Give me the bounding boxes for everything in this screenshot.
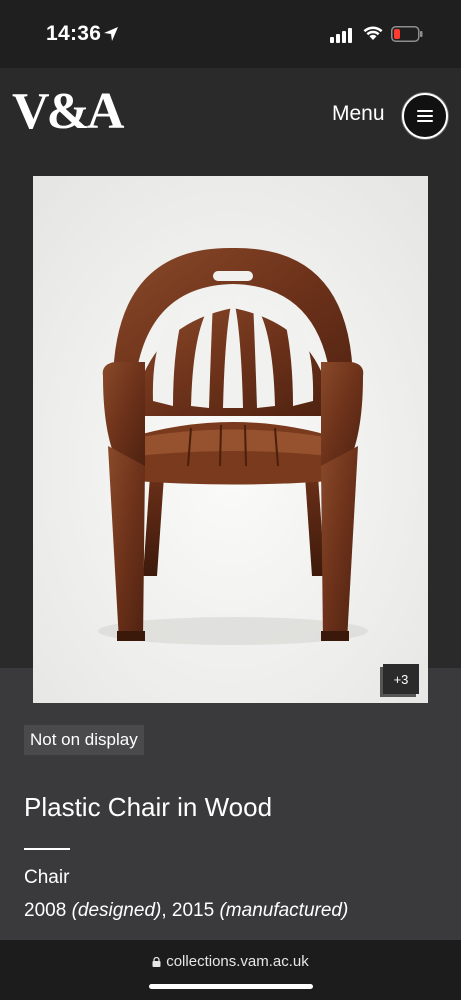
object-type: Chair xyxy=(24,867,70,888)
va-logo[interactable]: V&A xyxy=(12,84,124,140)
wifi-icon xyxy=(363,26,383,40)
date-separator: , xyxy=(161,900,172,921)
browser-address-bar[interactable] xyxy=(0,940,461,1000)
object-image[interactable] xyxy=(33,176,428,703)
object-title: Plastic Chair in Wood xyxy=(24,792,273,822)
hamburger-icon xyxy=(417,110,433,122)
date-manufactured: 2015 xyxy=(171,900,215,921)
url-text: collections.vam.ac.uk xyxy=(166,953,309,970)
chair-photo xyxy=(33,176,428,703)
cellular-signal-icon xyxy=(330,28,352,43)
date-designed-label: (designed) xyxy=(71,900,162,921)
title-divider xyxy=(24,848,70,850)
battery-low-icon xyxy=(391,26,423,42)
status-time: 14:36 xyxy=(46,22,102,45)
location-arrow-icon xyxy=(104,27,118,41)
object-dates: 2008 (designed), 2015 (manufactured) xyxy=(24,900,348,922)
menu-label[interactable]: Menu xyxy=(332,102,385,126)
date-manufactured-label: (manufactured) xyxy=(219,900,349,921)
url-display[interactable]: collections.vam.ac.uk xyxy=(0,953,461,970)
date-designed: 2008 xyxy=(24,900,67,921)
display-status-badge: Not on display xyxy=(24,725,144,755)
more-images-button[interactable]: +3 xyxy=(383,664,419,694)
lock-icon xyxy=(152,957,161,967)
menu-button[interactable] xyxy=(402,93,448,139)
home-indicator[interactable] xyxy=(149,984,313,989)
status-bar: 14:36 xyxy=(0,0,461,68)
